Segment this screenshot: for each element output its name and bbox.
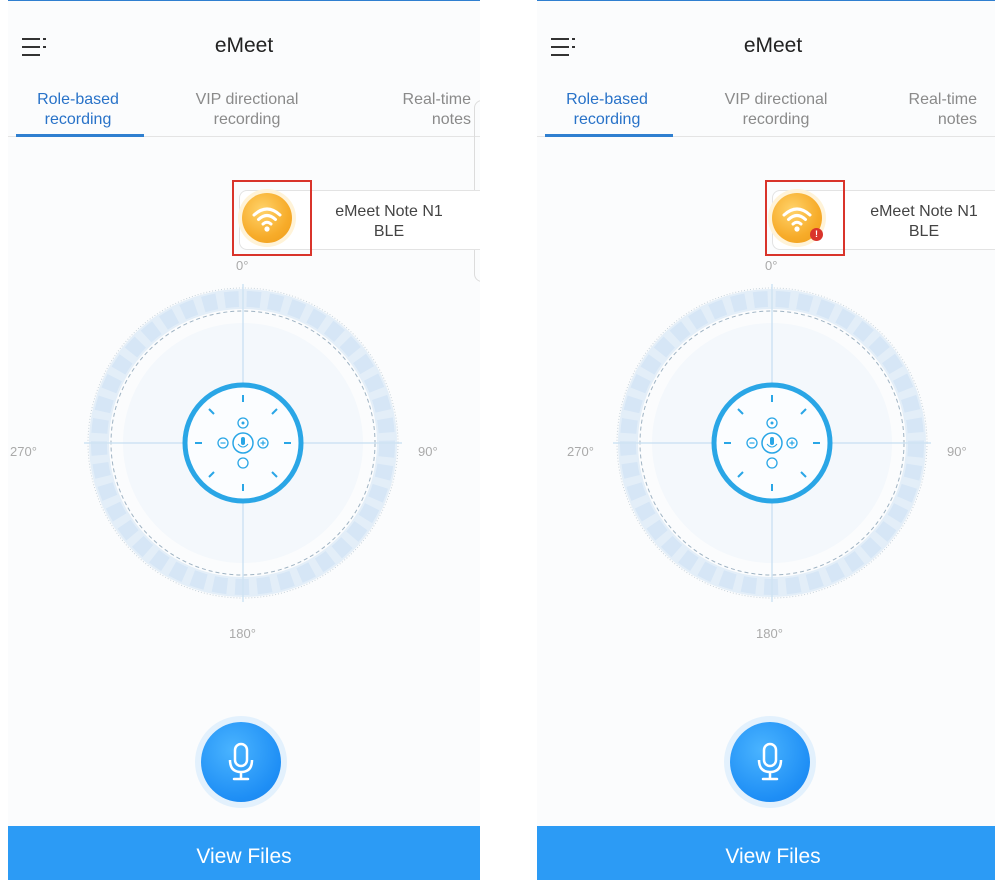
app-title: eMeet — [214, 34, 274, 57]
tab-label-line1: Role-based — [37, 91, 119, 108]
highlight-box — [232, 180, 312, 256]
tab-vip-directional-recording[interactable]: VIP directional recording — [701, 90, 851, 130]
view-files-button[interactable]: View Files — [537, 826, 995, 880]
tab-label-line2: recording — [573, 111, 641, 128]
device-connection-type: BLE — [373, 223, 405, 240]
tab-label-line1: Real-time — [402, 91, 471, 108]
active-tab-indicator — [16, 134, 144, 137]
tab-label-line2: notes — [431, 111, 471, 128]
tab-role-based-recording[interactable]: Role-based recording — [8, 90, 153, 130]
microphone-icon — [757, 742, 783, 781]
device-connection-type: BLE — [908, 223, 940, 240]
tab-label-line2: notes — [937, 111, 977, 128]
tab-label-line2: recording — [742, 111, 810, 128]
dial-label-left: 270° — [10, 444, 37, 459]
tab-role-based-recording[interactable]: Role-based recording — [537, 90, 682, 130]
tab-vip-directional-recording[interactable]: VIP directional recording — [172, 90, 322, 130]
device-name: eMeet Note N1 — [335, 203, 443, 220]
top-divider — [8, 0, 480, 1]
record-button[interactable] — [201, 722, 281, 802]
screen-2: eMeet Role-based recording VIP direction… — [537, 0, 995, 880]
microphone-icon — [228, 742, 254, 781]
dial-label-bottom: 180° — [229, 626, 256, 641]
tab-label-line2: recording — [213, 111, 281, 128]
device-info: eMeet Note N1 BLE — [839, 202, 995, 242]
tab-label-line1: Real-time — [908, 91, 977, 108]
direction-dial — [613, 284, 931, 602]
active-tab-indicator — [545, 134, 673, 137]
tab-label-line2: recording — [44, 111, 112, 128]
direction-dial — [84, 284, 402, 602]
dial-label-right: 90° — [947, 444, 967, 459]
screen-1: eMeet Role-based recording VIP direction… — [8, 0, 480, 880]
record-button[interactable] — [730, 722, 810, 802]
device-name: eMeet Note N1 — [870, 203, 978, 220]
tab-real-time-notes[interactable]: Real-time notes — [341, 90, 471, 130]
app-title: eMeet — [743, 34, 803, 57]
dial-label-left: 270° — [567, 444, 594, 459]
tab-label-line1: Role-based — [566, 91, 648, 108]
view-files-button[interactable]: View Files — [8, 826, 480, 880]
tab-label-line1: VIP directional — [724, 91, 828, 108]
device-info: eMeet Note N1 BLE — [304, 202, 474, 242]
dial-label-bottom: 180° — [756, 626, 783, 641]
tab-label-line1: VIP directional — [195, 91, 299, 108]
top-divider — [537, 0, 995, 1]
highlight-box — [765, 180, 845, 256]
tab-real-time-notes[interactable]: Real-time notes — [837, 90, 977, 130]
dial-label-right: 90° — [418, 444, 438, 459]
